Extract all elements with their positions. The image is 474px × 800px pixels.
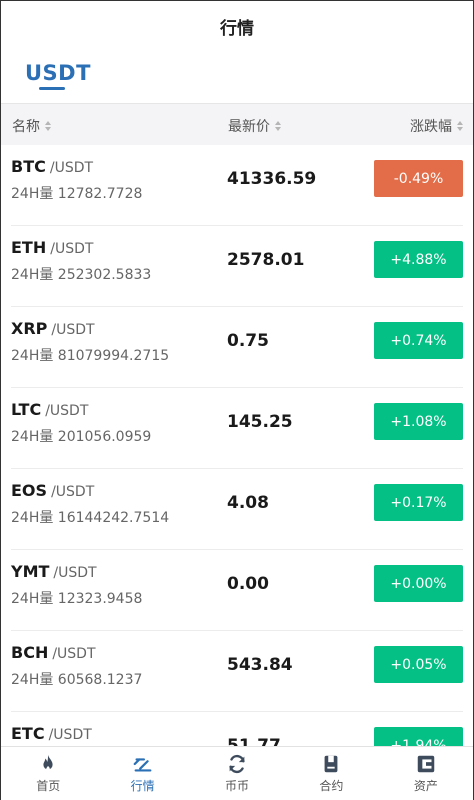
quote-symbol: /USDT [48,727,92,743]
volume-24h: 24H量 16144242.7514 [11,510,170,526]
sort-by-price[interactable]: 最新价 [228,116,281,136]
nav-home[interactable]: 首页 [1,747,95,800]
last-price: 145.25 [227,412,293,432]
nav-label: 合约 [319,779,344,793]
market-row[interactable]: YMT/USDT 24H量 12323.9458 0.00 +0.00% [11,550,463,631]
sort-by-name[interactable]: 名称 [12,116,51,136]
nav-label: 行情 [130,779,155,793]
market-row[interactable]: LTC/USDT 24H量 201056.0959 145.25 +1.08% [11,388,463,469]
market-list: BTC/USDT 24H量 12782.7728 41336.59 -0.49% ETH… [1,145,473,793]
nav-label: 资产 [413,779,438,793]
wallet-icon [417,755,435,773]
base-symbol: ETC [11,724,45,743]
change-badge[interactable]: +0.74% [374,322,463,359]
market-row[interactable]: XRP/USDT 24H量 81079994.2715 0.75 +0.74% [11,307,463,388]
pair-name: BCH/USDT [11,643,96,662]
market-row[interactable]: BTC/USDT 24H量 12782.7728 41336.59 -0.49% [11,145,463,226]
volume-24h: 24H量 12323.9458 [11,591,143,607]
bottom-nav: 首页 行情 币币 合约 资产 [1,746,473,800]
flame-icon [43,754,53,771]
base-symbol: EOS [11,481,48,500]
market-row[interactable]: ETH/USDT 24H量 252302.5833 2578.01 +4.88% [11,226,463,307]
app-header: 行情 [1,1,473,51]
quote-symbol: /USDT [53,565,97,581]
last-price: 0.75 [227,331,269,351]
last-price: 2578.01 [227,250,305,270]
base-symbol: BTC [11,157,46,176]
sort-icon [457,121,463,131]
change-badge[interactable]: +1.08% [374,403,463,440]
change-badge[interactable]: +0.05% [374,646,463,683]
sort-icon [275,121,281,131]
nav-contract[interactable]: 合约 [284,747,378,800]
nav-market[interactable]: 行情 [95,747,189,800]
base-symbol: XRP [11,319,48,338]
market-tabs: USDT [1,51,473,103]
base-symbol: ETH [11,238,47,257]
pair-name: LTC/USDT [11,400,88,419]
volume-24h: 24H量 60568.1237 [11,672,143,688]
tab-active-indicator [39,87,65,90]
last-price: 0.00 [227,574,269,594]
app-frame: 行情 USDT 名称 最新价 涨跌幅 BTC/USDT 24H量 12782.77… [0,0,474,800]
chart-lines-icon [133,758,152,772]
pair-name: ETC/USDT [11,724,92,743]
pair-name: XRP/USDT [11,319,95,338]
tab-usdt[interactable]: USDT [25,61,91,85]
base-symbol: LTC [11,400,42,419]
column-header: 名称 最新价 涨跌幅 [1,103,473,145]
pair-name: EOS/USDT [11,481,94,500]
last-price: 4.08 [227,493,269,513]
quote-symbol: /USDT [45,403,89,419]
nav-label: 币币 [225,779,250,793]
column-change-label: 涨跌幅 [410,119,452,135]
quote-symbol: /USDT [51,322,95,338]
base-symbol: BCH [11,643,49,662]
change-badge[interactable]: +4.88% [374,241,463,278]
last-price: 41336.59 [227,169,317,189]
nav-assets[interactable]: 资产 [379,747,473,800]
change-badge[interactable]: +0.17% [374,484,463,521]
column-name-label: 名称 [12,119,40,135]
last-price: 543.84 [227,655,293,675]
exchange-icon [229,754,245,774]
column-price-label: 最新价 [228,119,270,135]
sort-icon [45,121,51,131]
nav-label: 首页 [36,779,61,793]
nav-exchange[interactable]: 币币 [190,747,284,800]
change-badge[interactable]: +0.00% [374,565,463,602]
volume-24h: 24H量 12782.7728 [11,186,143,202]
pair-name: YMT/USDT [11,562,97,581]
pair-name: ETH/USDT [11,238,93,257]
market-row[interactable]: BCH/USDT 24H量 60568.1237 543.84 +0.05% [11,631,463,712]
volume-24h: 24H量 81079994.2715 [11,348,170,364]
pair-name: BTC/USDT [11,157,93,176]
quote-symbol: /USDT [49,160,94,176]
volume-24h: 24H量 201056.0959 [11,429,152,445]
sort-by-change[interactable]: 涨跌幅 [410,116,463,136]
base-symbol: YMT [11,562,50,581]
page-title: 行情 [220,18,254,39]
market-row[interactable]: EOS/USDT 24H量 16144242.7514 4.08 +0.17% [11,469,463,550]
volume-24h: 24H量 252302.5833 [11,267,152,283]
contract-icon [325,755,338,773]
quote-symbol: /USDT [51,484,95,500]
quote-symbol: /USDT [50,241,94,257]
quote-symbol: /USDT [52,646,96,662]
change-badge[interactable]: -0.49% [374,160,463,197]
